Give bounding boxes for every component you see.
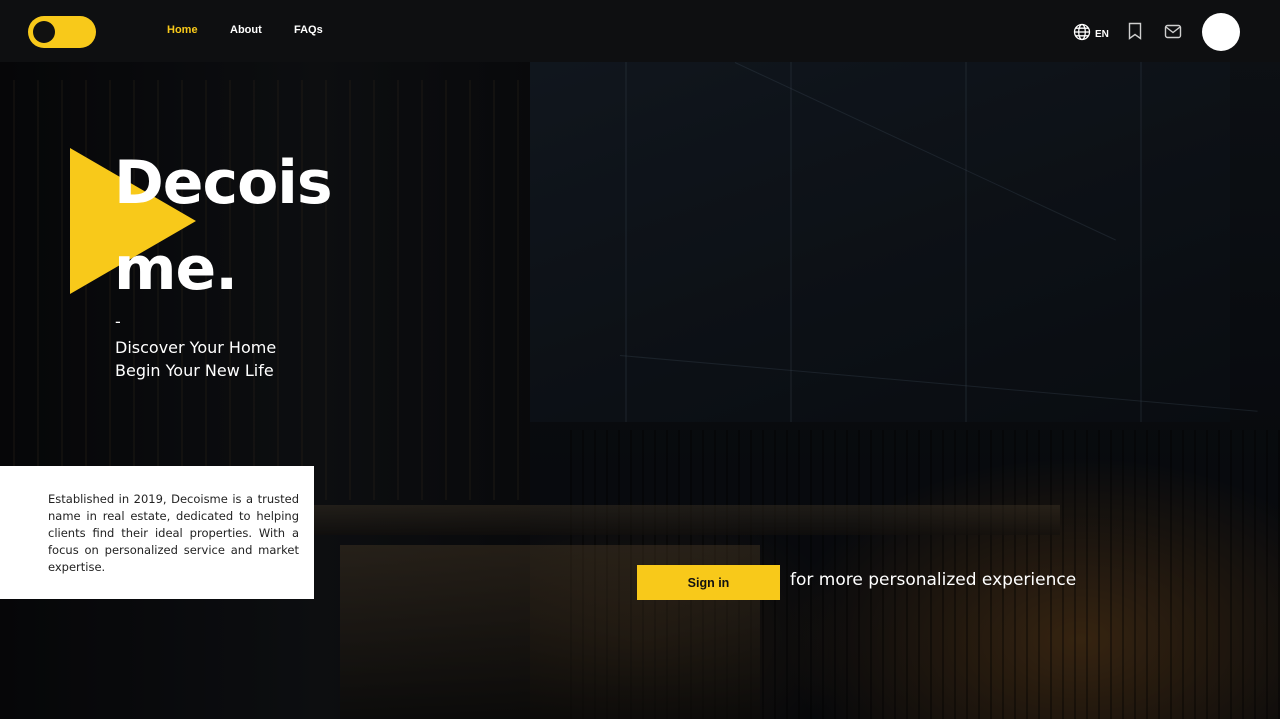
bookmark-icon[interactable]: [1127, 22, 1143, 44]
about-card: Established in 2019, Decoisme is a trust…: [0, 466, 314, 599]
about-text: Established in 2019, Decoisme is a trust…: [48, 492, 299, 574]
nav-link-about[interactable]: About: [230, 24, 262, 36]
hero-subtitle-line-1: Discover Your Home: [115, 338, 277, 357]
hero-subtitle: Discover Your Home Begin Your New Life: [115, 336, 276, 382]
sign-in-button[interactable]: Sign in: [637, 565, 780, 600]
mail-icon[interactable]: [1164, 24, 1182, 43]
nav-link-home[interactable]: Home: [167, 24, 198, 36]
top-navigation-bar: Home About FAQs EN: [0, 0, 1280, 62]
nav-link-faqs[interactable]: FAQs: [294, 24, 323, 36]
user-avatar[interactable]: [1202, 13, 1240, 51]
toggle-knob: [33, 21, 55, 43]
hero-subtitle-line-2: Begin Your New Life: [115, 361, 274, 380]
hero-title: Decois me.: [114, 140, 344, 312]
hero-dash: -: [115, 312, 121, 331]
hero-title-line-1: Decois: [114, 148, 333, 218]
sign-in-note: for more personalized experience: [790, 570, 1077, 590]
globe-icon: [1073, 23, 1091, 45]
language-label: EN: [1095, 28, 1109, 40]
hero-title-line-2: me.: [114, 234, 238, 304]
theme-toggle[interactable]: [28, 16, 96, 48]
language-selector[interactable]: EN: [1073, 23, 1109, 45]
